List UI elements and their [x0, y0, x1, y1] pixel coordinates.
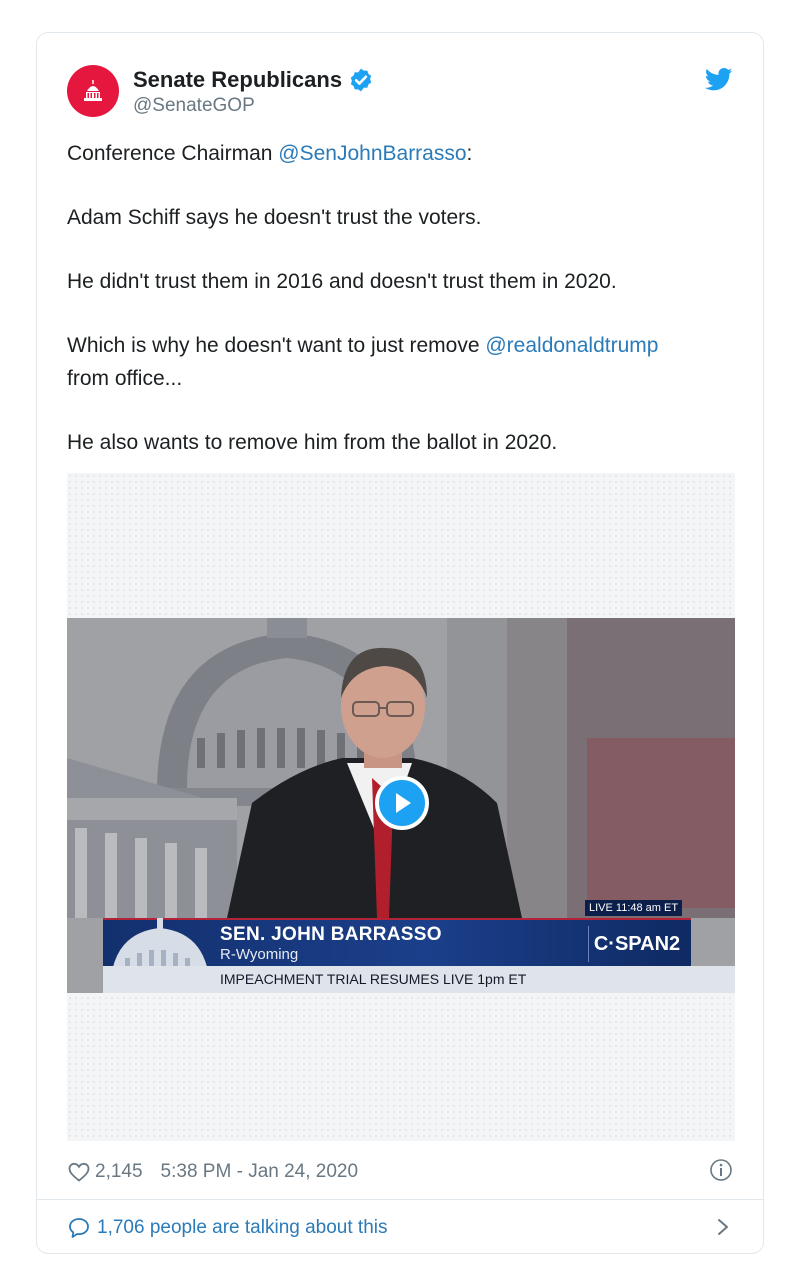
- mention-link-barrasso[interactable]: @SenJohnBarrasso: [278, 142, 466, 165]
- author-display-name[interactable]: Senate Republicans: [133, 67, 342, 93]
- live-timestamp-badge: LIVE 11:48 am ET: [585, 900, 683, 916]
- twitter-bird-icon[interactable]: [705, 65, 733, 93]
- media-container[interactable]: LIVE 11:48 am ET SEN. JOHN BARRASSO R-Wy…: [67, 473, 735, 1141]
- tweet-text-span: from office...: [67, 367, 183, 390]
- tweet-text-span: Conference Chairman: [67, 142, 279, 165]
- embedded-tweet-card: Senate Republicans @SenateGOP Conference…: [36, 32, 764, 1254]
- tweet-paragraph-2: Adam Schiff says he doesn't trust the vo…: [67, 206, 482, 229]
- heart-icon[interactable]: [67, 1160, 91, 1184]
- chevron-right-icon[interactable]: [713, 1215, 733, 1239]
- footer-divider: [37, 1199, 763, 1200]
- author-handle[interactable]: @SenateGOP: [133, 95, 255, 117]
- chyron-state: R-Wyoming: [220, 946, 299, 963]
- speech-bubble-icon: [69, 1218, 89, 1238]
- conversation-count-text[interactable]: 1,706 people are talking about this: [97, 1217, 388, 1239]
- avatar[interactable]: [67, 65, 119, 117]
- author-name-row[interactable]: Senate Republicans: [133, 67, 374, 93]
- capitol-logo-icon: [84, 80, 102, 101]
- play-button[interactable]: [375, 776, 429, 830]
- tweet-paragraph-3: He didn't trust them in 2016 and doesn't…: [67, 270, 617, 293]
- mention-link-realdonaldtrump[interactable]: @realdonaldtrump: [485, 334, 658, 357]
- tweet-text-span: :: [466, 142, 473, 165]
- tweet-meta-row: 2,145 5:38 PM - Jan 24, 2020: [67, 1157, 735, 1187]
- tweet-text: Conference Chairman @SenJohnBarrasso: Ad…: [67, 137, 737, 490]
- play-icon: [396, 793, 411, 813]
- chyron-name: SEN. JOHN BARRASSO: [220, 924, 442, 945]
- verified-badge-icon: [350, 68, 372, 92]
- ticker-text: IMPEACHMENT TRIAL RESUMES LIVE 1pm ET: [220, 971, 527, 987]
- news-ticker: IMPEACHMENT TRIAL RESUMES LIVE 1pm ET: [103, 966, 735, 993]
- tweet-paragraph-4: Which is why he doesn't want to just rem…: [67, 329, 737, 395]
- network-logo: C·SPAN2: [588, 926, 685, 962]
- tweet-text-span: Which is why he doesn't want to just rem…: [67, 334, 486, 357]
- info-icon[interactable]: [709, 1158, 733, 1182]
- like-count[interactable]: 2,145: [95, 1161, 143, 1183]
- conversation-link[interactable]: 1,706 people are talking about this: [67, 1213, 735, 1243]
- tweet-paragraph-5: He also wants to remove him from the bal…: [67, 431, 558, 454]
- video-thumbnail[interactable]: LIVE 11:48 am ET SEN. JOHN BARRASSO R-Wy…: [67, 618, 735, 993]
- tweet-paragraph-1: Conference Chairman @SenJohnBarrasso:: [67, 137, 737, 170]
- tweet-timestamp[interactable]: 5:38 PM - Jan 24, 2020: [161, 1161, 359, 1183]
